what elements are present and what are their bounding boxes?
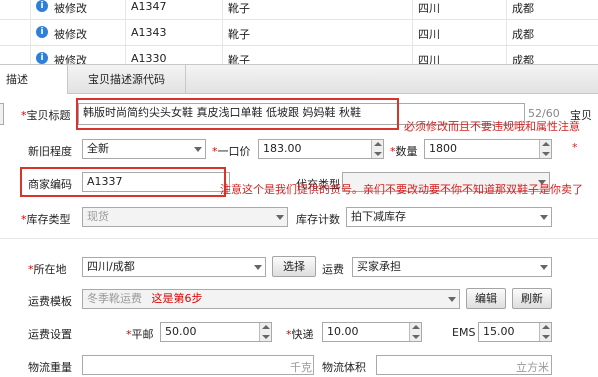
select-location-button[interactable]: 选择 [272, 256, 316, 277]
tab-description[interactable]: 描述 [0, 65, 68, 94]
post-fee-input[interactable]: 50.00 [160, 322, 272, 342]
row-code: A1347 [131, 0, 167, 13]
quantity-input[interactable]: 1800 [424, 139, 552, 159]
info-icon: i [36, 52, 48, 64]
stock-count-select[interactable]: 拍下减库存 [346, 207, 552, 227]
refresh-template-button[interactable]: 刷新 [512, 288, 552, 309]
row-status: 被修改 [54, 2, 87, 15]
left-edge-control[interactable] [0, 103, 4, 125]
chevron-down-icon [540, 215, 548, 220]
merchant-code-annotation: 注意这个是我们提供的货号。亲们不要改动要不你不知道那双鞋子是你卖了 [220, 183, 583, 196]
post-label: *平邮 [126, 328, 154, 341]
item-table: i 被修改 A1347 靴子 四川 成都 i 被修改 A1343 靴子 四川 成… [0, 0, 598, 64]
chevron-down-icon [276, 215, 284, 220]
location-select[interactable]: 四川/成都 [82, 257, 266, 277]
freight-template-annotation: 这是第6步 [151, 292, 203, 305]
chevron-down-icon [254, 265, 262, 270]
ems-label: EMS [452, 326, 476, 339]
table-row[interactable]: i 被修改 A1347 靴子 四川 成都 [0, 0, 598, 20]
express-label: *快递 [286, 328, 314, 341]
weight-unit: 千克 [290, 361, 312, 374]
info-icon: i [36, 26, 48, 38]
tab-description-source[interactable]: 宝贝描述源代码 [68, 65, 186, 94]
row-province: 四川 [418, 54, 440, 64]
price-label: *一口价 [212, 145, 251, 158]
row-city: 成都 [512, 54, 534, 64]
freight-settings-label: 运费设置 [28, 328, 72, 341]
item-edit-form: *宝贝标题 韩版时尚简约尖头女鞋 真皮浅口单鞋 低坡跟 妈妈鞋 秋鞋 52/60… [0, 95, 598, 377]
title-annotation: 必须修改而且不要违规哦和属性注意 [404, 120, 580, 133]
info-icon: i [36, 0, 48, 12]
title-label: *宝贝标题 [21, 109, 71, 122]
freight-label: 运费 [322, 263, 344, 276]
row-status: 被修改 [54, 54, 87, 64]
stepper-icon[interactable] [409, 323, 421, 341]
condition-select[interactable]: 全新 [82, 139, 206, 159]
row-code: A1343 [131, 26, 167, 39]
quantity-label: *数量 [390, 145, 418, 158]
chevron-down-icon [448, 297, 456, 302]
section-divider [0, 238, 598, 239]
row-status: 被修改 [54, 28, 87, 41]
row-code: A1330 [131, 52, 167, 64]
highlight-box [20, 167, 226, 197]
stepper-icon[interactable] [539, 140, 551, 158]
freight-template-select[interactable]: 冬季靴运费 这是第6步 [82, 289, 460, 309]
stock-count-label: 库存计数 [296, 213, 340, 226]
weight-label: 物流重量 [28, 361, 72, 374]
stock-type-select[interactable]: 现货 [82, 207, 288, 227]
weight-input[interactable] [82, 355, 314, 375]
price-input[interactable]: 183.00 [258, 139, 384, 159]
volume-label: 物流体积 [322, 361, 366, 374]
highlight-box [76, 98, 399, 130]
table-row[interactable]: i 被修改 A1330 靴子 四川 成都 [0, 46, 598, 64]
row-city: 成都 [512, 28, 534, 41]
row-province: 四川 [418, 2, 440, 15]
row-province: 四川 [418, 28, 440, 41]
freight-payer-select[interactable]: 买家承担 [352, 257, 552, 277]
volume-unit: 立方米 [516, 361, 549, 374]
express-fee-input[interactable]: 10.00 [322, 322, 422, 342]
chevron-down-icon [540, 265, 548, 270]
location-label: *所在地 [28, 263, 67, 276]
row-name: 靴子 [228, 2, 250, 15]
stock-type-label: *库存类型 [21, 213, 71, 226]
ems-fee-input[interactable]: 15.00 [478, 322, 552, 342]
row-name: 靴子 [228, 28, 250, 41]
table-row[interactable]: i 被修改 A1343 靴子 四川 成都 [0, 20, 598, 46]
edit-template-button[interactable]: 编辑 [466, 288, 506, 309]
stepper-icon[interactable] [539, 323, 551, 341]
freight-template-label: 运费模板 [28, 295, 72, 308]
stepper-icon[interactable] [371, 140, 383, 158]
chevron-down-icon [194, 147, 202, 152]
right-asterisk: * [572, 141, 578, 154]
row-city: 成都 [512, 2, 534, 15]
tab-bar: 描述 宝贝描述源代码 [0, 64, 598, 94]
condition-label: 新旧程度 [28, 145, 72, 158]
row-name: 靴子 [228, 54, 250, 64]
stepper-icon[interactable] [259, 323, 271, 341]
